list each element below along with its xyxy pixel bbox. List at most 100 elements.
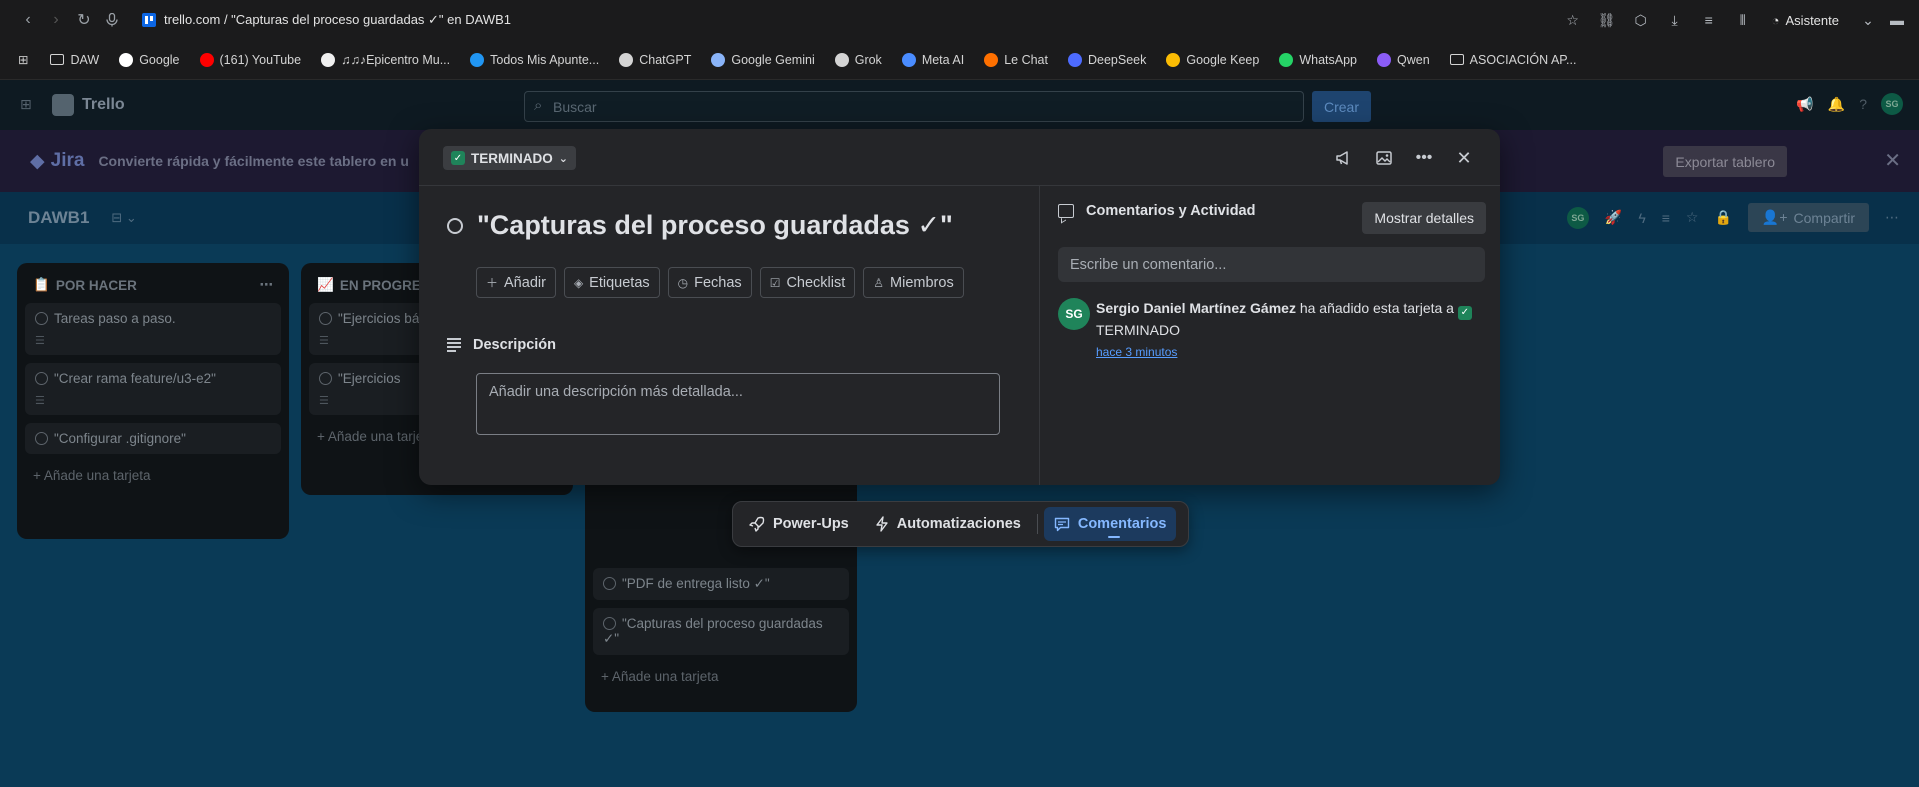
back-icon[interactable]: ‹ <box>14 6 42 34</box>
card-title: Tareas paso a paso. <box>54 311 176 326</box>
circle-icon[interactable] <box>35 312 48 325</box>
bookmark-item[interactable]: Google <box>111 49 187 71</box>
dates-button[interactable]: ◷ Fechas <box>667 267 752 298</box>
export-board-button[interactable]: Exportar tablero <box>1663 146 1787 177</box>
activity-timestamp-link[interactable]: hace 3 minutos <box>1096 342 1481 362</box>
clock-icon: ◷ <box>677 275 689 290</box>
user-avatar[interactable]: SG <box>1881 93 1903 115</box>
more-icon[interactable]: ⋯ <box>260 277 274 293</box>
circle-icon[interactable] <box>603 617 616 630</box>
megaphone-icon[interactable] <box>1328 143 1360 173</box>
add-card-button[interactable]: + Añade una tarjeta <box>593 663 849 690</box>
notes-icon <box>470 52 485 67</box>
bookmark-label: Qwen <box>1397 52 1430 67</box>
bookmark-item[interactable]: DeepSeek <box>1060 49 1154 71</box>
star-icon[interactable]: ☆ <box>1686 209 1699 226</box>
bookmark-item[interactable]: ChatGPT <box>611 49 699 71</box>
bookmark-item[interactable]: Qwen <box>1369 49 1438 71</box>
bookmark-item[interactable]: Google Gemini <box>703 49 822 71</box>
powerups-button[interactable]: Power-Ups <box>739 507 859 541</box>
create-button[interactable]: Crear <box>1312 91 1372 122</box>
grok-icon <box>834 52 849 67</box>
board-name[interactable]: DAWB1 <box>28 208 89 228</box>
card-title[interactable]: "Capturas del proceso guardadas ✓" <box>477 210 953 241</box>
list-item[interactable]: "Crear rama feature/u3-e2" ☰ <box>25 363 281 415</box>
complete-toggle[interactable] <box>447 217 463 234</box>
assistant-button[interactable]: ◔ Asistente <box>1762 13 1849 28</box>
activity-section: Comentarios y Actividad Mostrar detalles… <box>1039 186 1500 485</box>
list-terminado: "PDF de entrega listo ✓" "Capturas del p… <box>585 460 857 712</box>
bookmark-item[interactable]: Le Chat <box>976 49 1056 71</box>
board-view-switcher[interactable]: ⊟ ⌄ <box>111 210 136 226</box>
avatar[interactable]: SG <box>1058 298 1090 330</box>
bookmark-item[interactable]: ASOCIACIÓN AP... <box>1442 49 1585 71</box>
image-icon[interactable] <box>1368 143 1400 173</box>
youtube-icon <box>199 52 214 67</box>
link-icon[interactable]: ⛓ <box>1592 6 1622 34</box>
search-input[interactable]: Buscar <box>524 91 1304 122</box>
more-icon[interactable]: ••• <box>1408 143 1440 173</box>
list-item[interactable]: Tareas paso a paso. ☰ <box>25 303 281 355</box>
show-details-button[interactable]: Mostrar detalles <box>1362 202 1486 234</box>
description-field[interactable]: Añadir una descripción más detallada... <box>476 373 1000 435</box>
bookmark-item[interactable]: Grok <box>827 49 890 71</box>
forward-icon[interactable]: › <box>42 6 70 34</box>
address-bar[interactable]: trello.com / "Capturas del proceso guard… <box>142 12 511 28</box>
list-item[interactable]: "Configurar .gitignore" <box>25 423 281 454</box>
extensions-icon[interactable]: ⬡ <box>1626 6 1656 34</box>
list-selector-button[interactable]: ✓ TERMINADO ⌄ <box>443 146 576 170</box>
bookmark-item[interactable]: (161) YouTube <box>192 49 310 71</box>
activity-text: Sergio Daniel Martínez Gámez ha añadido … <box>1096 298 1481 362</box>
help-icon[interactable]: ? <box>1859 96 1867 112</box>
apps-grid-icon[interactable]: ⊞ <box>20 96 36 112</box>
activity-user[interactable]: Sergio Daniel Martínez Gámez <box>1096 300 1296 316</box>
checklist-label: Checklist <box>786 274 846 291</box>
window-controls[interactable]: ▬ <box>1887 6 1907 34</box>
tabs-list-icon[interactable]: ≡ <box>1694 6 1724 34</box>
megaphone-icon[interactable]: 📢 <box>1796 96 1813 113</box>
comment-icon <box>1054 517 1070 531</box>
bookmark-item[interactable]: Google Keep <box>1158 49 1267 71</box>
circle-icon[interactable] <box>319 372 332 385</box>
audio-icon[interactable]: ⫴ <box>1728 6 1758 34</box>
share-button[interactable]: 👤+ Compartir <box>1747 203 1869 232</box>
bookmark-item[interactable]: ♫♫♪Epicentro Mu... <box>313 49 458 71</box>
bookmark-item[interactable]: WhatsApp <box>1271 49 1365 71</box>
circle-icon[interactable] <box>319 312 332 325</box>
add-card-button[interactable]: + Añade una tarjeta <box>25 462 281 489</box>
add-button[interactable]: ＋ Añadir <box>476 267 556 298</box>
apps-grid-icon[interactable]: ⊞ <box>18 52 28 67</box>
bookmarks-bar: ⊞ DAW Google (161) YouTube ♫♫♪Epicentro Mu.… <box>0 40 1919 80</box>
star-icon[interactable]: ☆ <box>1558 6 1588 34</box>
microphone-icon[interactable] <box>98 6 126 34</box>
check-icon: ✓ <box>1457 306 1472 320</box>
chevron-down-icon[interactable]: ⌄ <box>1853 6 1883 34</box>
circle-icon[interactable] <box>35 372 48 385</box>
more-icon[interactable]: ⋯ <box>1885 209 1899 226</box>
close-icon[interactable]: ✕ <box>1448 143 1480 173</box>
lightning-icon[interactable]: ϟ <box>1638 210 1645 226</box>
checklist-button[interactable]: ☑ Checklist <box>759 267 856 298</box>
list-item[interactable]: "PDF de entrega listo ✓" <box>593 568 849 600</box>
circle-icon[interactable] <box>603 577 616 590</box>
labels-button[interactable]: ◈ Etiquetas <box>563 267 660 298</box>
members-button[interactable]: ♙ Miembros <box>863 267 964 298</box>
trello-logo[interactable]: Trello <box>52 94 125 116</box>
reload-icon[interactable]: ↻ <box>70 6 98 34</box>
bookmark-item[interactable]: Meta AI <box>894 49 972 71</box>
close-icon[interactable]: ✕ <box>1884 148 1901 173</box>
list-item[interactable]: "Capturas del proceso guardadas ✓" <box>593 608 849 655</box>
automations-button[interactable]: Automatizaciones <box>865 507 1031 541</box>
lock-icon[interactable]: 🔒 <box>1714 209 1731 226</box>
bell-icon[interactable]: 🔔 <box>1828 96 1845 113</box>
circle-icon[interactable] <box>35 432 48 445</box>
comment-input[interactable]: Escribe un comentario... <box>1058 247 1485 282</box>
bookmark-item[interactable]: DAW <box>42 49 107 71</box>
download-icon[interactable]: ⤓ <box>1660 6 1690 34</box>
google-icon <box>119 52 134 67</box>
rocket-icon[interactable]: 🚀 <box>1605 209 1622 226</box>
filter-icon[interactable]: ≡ <box>1662 210 1670 226</box>
bookmark-item[interactable]: Todos Mis Apunte... <box>462 49 607 71</box>
modal-header: ✓ TERMINADO ⌄ ••• ✕ <box>419 129 1500 186</box>
member-avatar[interactable]: SG <box>1566 206 1589 229</box>
